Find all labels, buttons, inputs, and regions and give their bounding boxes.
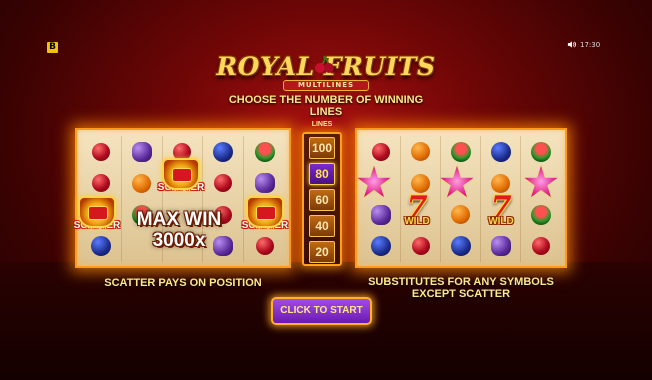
lines-options: 100 80 60 40 20: [302, 132, 342, 266]
cherry-icon: [91, 142, 110, 161]
scatter-caption: SCATTER PAYS ON POSITION: [104, 277, 262, 289]
max-win-value: 3000x: [152, 230, 206, 251]
lines-title: LINES: [311, 121, 333, 128]
star-icon: [437, 163, 477, 203]
cherry-icon: [315, 55, 334, 73]
grape-icon: [490, 236, 511, 257]
lines-selector: LINES 100 80 60 40 20: [299, 121, 345, 267]
watermelon-icon: [450, 141, 471, 162]
headline: CHOOSE THE NUMBER OF WINNING LINES: [228, 94, 424, 118]
cherry-icon: [91, 174, 110, 193]
plum-icon: [450, 236, 471, 257]
max-win-banner: MAX WIN 3000x: [121, 209, 237, 251]
grape-icon: [254, 173, 275, 194]
grape-icon: [370, 204, 391, 225]
orange-icon: [132, 173, 152, 193]
plum-icon: [490, 141, 511, 162]
cherry-icon: [371, 142, 390, 161]
wild-label: WILD: [404, 216, 430, 227]
wild-caption: SUBSTITUTES FOR ANY SYMBOLS EXCEPT SCATT…: [368, 276, 554, 300]
clock-time: 17:30: [580, 40, 601, 49]
game-logo: ROYAL FRUITS MULTILINES: [195, 50, 457, 96]
scatter-symbol: SCATTER: [156, 158, 206, 208]
crown-icon: [246, 196, 284, 228]
logo-subtitle: MULTILINES: [283, 80, 369, 91]
cherry-icon: [532, 237, 550, 256]
watermelon-icon: [254, 141, 275, 162]
lines-option-60[interactable]: 60: [309, 189, 335, 211]
star-icon: [354, 163, 394, 203]
orange-icon: [411, 142, 430, 162]
cherry-icon: [411, 237, 430, 256]
wild-symbol: 7 WILD: [480, 192, 522, 238]
orange-icon: [451, 205, 470, 225]
wild-symbol: 7 WILD: [396, 192, 438, 238]
wild-label: WILD: [488, 216, 514, 227]
plum-icon: [213, 141, 234, 162]
max-win-label: MAX WIN: [136, 209, 222, 230]
brand-badge: B: [47, 42, 58, 53]
star-icon: [521, 163, 561, 203]
watermelon-icon: [531, 141, 551, 162]
crown-icon: [78, 196, 116, 228]
status-bar: 17:30: [567, 40, 600, 49]
scatter-symbol: SCATTER: [72, 196, 122, 246]
click-to-start-button[interactable]: CLICK TO START: [271, 297, 372, 325]
lines-option-20[interactable]: 20: [309, 241, 335, 263]
scatter-symbol: SCATTER: [240, 196, 290, 246]
grape-icon: [131, 141, 152, 162]
cherry-icon: [214, 174, 233, 193]
watermelon-icon: [531, 204, 551, 225]
crown-icon: [162, 158, 200, 190]
plum-icon: [370, 236, 391, 257]
speaker-icon[interactable]: [567, 40, 576, 49]
lines-option-80[interactable]: 80: [309, 163, 335, 185]
lines-option-100[interactable]: 100: [309, 137, 335, 159]
lines-option-40[interactable]: 40: [309, 215, 335, 237]
